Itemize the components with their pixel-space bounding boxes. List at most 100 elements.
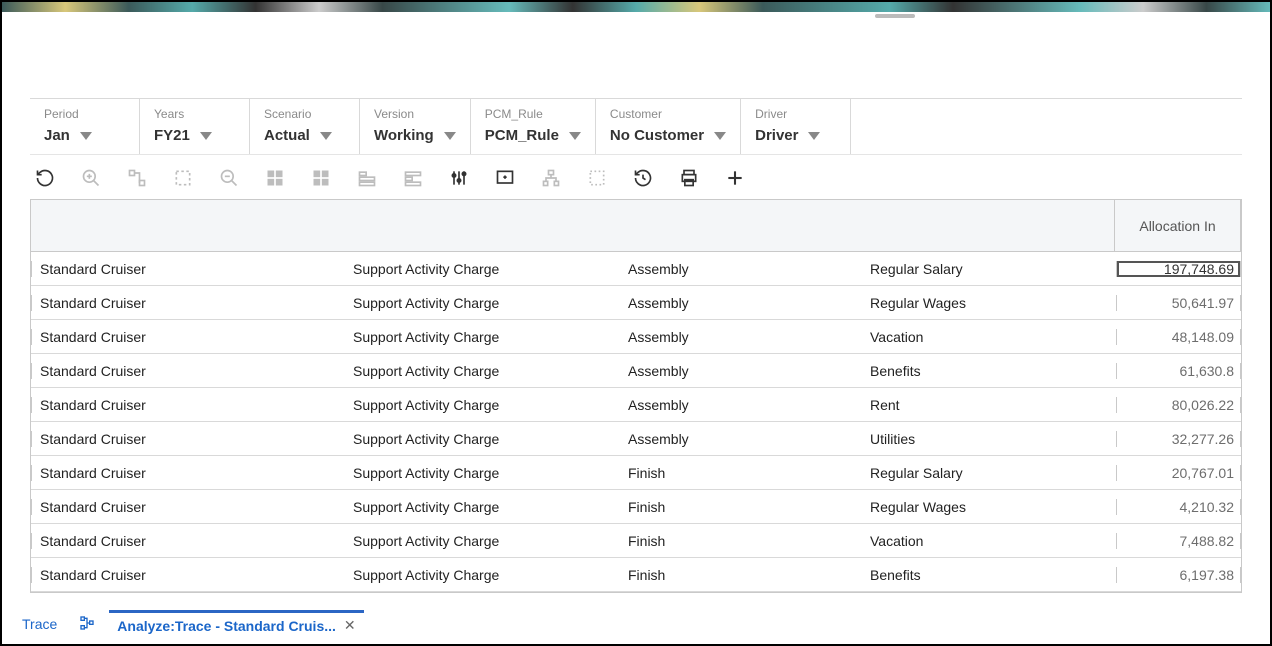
cell-allocation-in[interactable]: 61,630.8 — [1117, 363, 1241, 379]
pov-item-driver[interactable]: Driver Driver — [741, 99, 851, 154]
cell-allocation-in[interactable]: 80,026.22 — [1117, 397, 1241, 413]
cell-product[interactable]: Standard Cruiser — [31, 329, 303, 345]
grid1-icon[interactable] — [264, 167, 286, 189]
cell-product[interactable]: Standard Cruiser — [31, 533, 303, 549]
cell-account[interactable]: Support Activity Charge — [303, 261, 598, 277]
cell-account[interactable]: Support Activity Charge — [303, 431, 598, 447]
table-row[interactable]: Standard Cruiser Support Activity Charge… — [31, 558, 1241, 592]
table-row[interactable]: Standard Cruiser Support Activity Charge… — [31, 456, 1241, 490]
cell-product[interactable]: Standard Cruiser — [31, 397, 303, 413]
pov-item-pcm_rule[interactable]: PCM_Rule PCM_Rule — [471, 99, 596, 154]
pov-value[interactable]: Actual — [264, 127, 345, 144]
cell-product[interactable]: Standard Cruiser — [31, 567, 303, 583]
panel-drag-handle[interactable] — [875, 14, 915, 18]
cell-account[interactable]: Support Activity Charge — [303, 295, 598, 311]
chevron-down-icon — [569, 132, 581, 140]
pov-item-version[interactable]: Version Working — [360, 99, 471, 154]
cell-account[interactable]: Support Activity Charge — [303, 363, 598, 379]
cell-line[interactable]: Vacation — [840, 533, 1117, 549]
table-row[interactable]: Standard Cruiser Support Activity Charge… — [31, 286, 1241, 320]
data-grid: Allocation In Standard Cruiser Support A… — [30, 199, 1242, 593]
table-row[interactable]: Standard Cruiser Support Activity Charge… — [31, 354, 1241, 388]
cell-activity[interactable]: Assembly — [598, 397, 840, 413]
selection-icon[interactable] — [172, 167, 194, 189]
refresh-icon[interactable] — [34, 167, 56, 189]
cell-line[interactable]: Rent — [840, 397, 1117, 413]
cell-activity[interactable]: Assembly — [598, 329, 840, 345]
cell-line[interactable]: Benefits — [840, 363, 1117, 379]
pov-item-years[interactable]: Years FY21 — [140, 99, 250, 154]
cell-activity[interactable]: Assembly — [598, 295, 840, 311]
comment-icon[interactable] — [494, 167, 516, 189]
table-row[interactable]: Standard Cruiser Support Activity Charge… — [31, 388, 1241, 422]
cell-allocation-in[interactable]: 50,641.97 — [1117, 295, 1241, 311]
cell-account[interactable]: Support Activity Charge — [303, 567, 598, 583]
pov-label: PCM_Rule — [485, 107, 581, 121]
cell-account[interactable]: Support Activity Charge — [303, 499, 598, 515]
cell-product[interactable]: Standard Cruiser — [31, 295, 303, 311]
adjust-icon[interactable] — [448, 167, 470, 189]
cell-line[interactable]: Vacation — [840, 329, 1117, 345]
cell-line[interactable]: Regular Wages — [840, 295, 1117, 311]
cell-line[interactable]: Regular Wages — [840, 499, 1117, 515]
cell-allocation-in[interactable]: 48,148.09 — [1117, 329, 1241, 345]
cell-line[interactable]: Utilities — [840, 431, 1117, 447]
pov-item-period[interactable]: Period Jan — [30, 99, 140, 154]
cell-account[interactable]: Support Activity Charge — [303, 465, 598, 481]
cell-activity[interactable]: Finish — [598, 533, 840, 549]
pov-item-scenario[interactable]: Scenario Actual — [250, 99, 360, 154]
pov-value[interactable]: Working — [374, 127, 456, 144]
cell-line[interactable]: Regular Salary — [840, 465, 1117, 481]
cell-activity[interactable]: Assembly — [598, 431, 840, 447]
pov-value[interactable]: Jan — [44, 127, 125, 144]
pov-label: Version — [374, 107, 456, 121]
table-row[interactable]: Standard Cruiser Support Activity Charge… — [31, 422, 1241, 456]
tab-analyze-trace[interactable]: Analyze:Trace - Standard Cruis... ✕ — [109, 610, 363, 638]
cell-activity[interactable]: Finish — [598, 567, 840, 583]
table-row[interactable]: Standard Cruiser Support Activity Charge… — [31, 252, 1241, 286]
pov-item-customer[interactable]: Customer No Customer — [596, 99, 741, 154]
pov-value[interactable]: Driver — [755, 127, 836, 144]
table-row[interactable]: Standard Cruiser Support Activity Charge… — [31, 320, 1241, 354]
pov-value[interactable]: FY21 — [154, 127, 235, 144]
cell-allocation-in[interactable]: 7,488.82 — [1117, 533, 1241, 549]
cell-allocation-in[interactable]: 32,277.26 — [1117, 431, 1241, 447]
add-icon[interactable] — [724, 167, 746, 189]
cell-activity[interactable]: Assembly — [598, 261, 840, 277]
cell-account[interactable]: Support Activity Charge — [303, 329, 598, 345]
close-icon[interactable]: ✕ — [344, 617, 356, 634]
zoom-in-icon[interactable] — [80, 167, 102, 189]
grid2-icon[interactable] — [310, 167, 332, 189]
cell-activity[interactable]: Finish — [598, 465, 840, 481]
cell-line[interactable]: Regular Salary — [840, 261, 1117, 277]
tab-trace[interactable]: Trace — [14, 612, 65, 636]
cell-allocation-in[interactable]: 20,767.01 — [1117, 465, 1241, 481]
cell-line[interactable]: Benefits — [840, 567, 1117, 583]
hierarchy-icon[interactable] — [126, 167, 148, 189]
cell-allocation-in[interactable]: 6,197.38 — [1117, 567, 1241, 583]
org-chart-icon[interactable] — [540, 167, 562, 189]
grid-header-allocation-in[interactable]: Allocation In — [1115, 200, 1241, 251]
grid-toolbar — [30, 155, 1242, 199]
freeze1-icon[interactable] — [356, 167, 378, 189]
freeze2-icon[interactable] — [402, 167, 424, 189]
cell-account[interactable]: Support Activity Charge — [303, 397, 598, 413]
cell-product[interactable]: Standard Cruiser — [31, 363, 303, 379]
cell-product[interactable]: Standard Cruiser — [31, 499, 303, 515]
table-row[interactable]: Standard Cruiser Support Activity Charge… — [31, 490, 1241, 524]
cell-activity[interactable]: Assembly — [598, 363, 840, 379]
marquee-icon[interactable] — [586, 167, 608, 189]
table-row[interactable]: Standard Cruiser Support Activity Charge… — [31, 524, 1241, 558]
zoom-out-icon[interactable] — [218, 167, 240, 189]
print-icon[interactable] — [678, 167, 700, 189]
cell-product[interactable]: Standard Cruiser — [31, 431, 303, 447]
pov-value[interactable]: No Customer — [610, 127, 726, 144]
cell-product[interactable]: Standard Cruiser — [31, 465, 303, 481]
cell-allocation-in[interactable]: 197,748.69 — [1117, 261, 1241, 277]
cell-account[interactable]: Support Activity Charge — [303, 533, 598, 549]
history-icon[interactable] — [632, 167, 654, 189]
cell-activity[interactable]: Finish — [598, 499, 840, 515]
cell-product[interactable]: Standard Cruiser — [31, 261, 303, 277]
cell-allocation-in[interactable]: 4,210.32 — [1117, 499, 1241, 515]
pov-value[interactable]: PCM_Rule — [485, 127, 581, 144]
